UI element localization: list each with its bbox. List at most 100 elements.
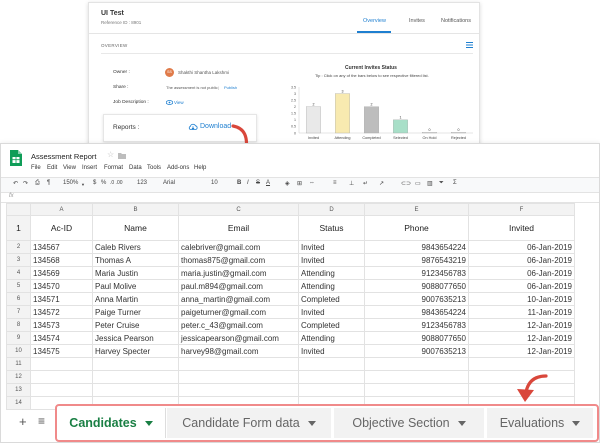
formula-bar[interactable]: fx — [1, 192, 599, 203]
row-number[interactable]: 2 — [6, 240, 31, 254]
tab-notifications[interactable]: Notifications — [441, 18, 471, 24]
bar[interactable] — [364, 106, 379, 134]
cell-email[interactable]: anna_martin@gmail.com — [178, 292, 299, 306]
borders-icon[interactable]: ⊞ — [297, 180, 302, 187]
bar[interactable] — [393, 119, 408, 134]
cell-phone[interactable]: 9123456783 — [364, 318, 469, 332]
cell-name[interactable]: Paige Turner — [92, 305, 179, 319]
cell-ac-id[interactable]: 134572 — [30, 305, 93, 319]
row-number[interactable]: 14 — [6, 396, 31, 410]
zoom-caret-icon[interactable]: ▼ — [81, 182, 85, 187]
chevron-down-icon[interactable] — [307, 421, 316, 427]
cell-invited[interactable]: 10-Jan-2019 — [468, 292, 575, 306]
cell-email[interactable]: paigeturner@gmail.com — [178, 305, 299, 319]
cell-email[interactable]: calebriver@gmail.com — [178, 240, 299, 254]
column-header[interactable]: D — [298, 203, 365, 216]
select-all-corner[interactable] — [6, 203, 31, 216]
cell-status[interactable]: Attending — [298, 266, 365, 280]
font-size-select[interactable]: 10 — [211, 180, 218, 186]
cell-phone[interactable]: 9088077650 — [364, 279, 469, 293]
download-button[interactable]: Download — [200, 123, 231, 130]
add-sheet-button[interactable]: + — [19, 414, 27, 429]
cell-phone[interactable]: 9088077650 — [364, 331, 469, 345]
cell-name[interactable]: Maria Justin — [92, 266, 179, 280]
cell-phone[interactable]: 9123456783 — [364, 266, 469, 280]
cell-email[interactable]: thomas875@gmail.com — [178, 253, 299, 267]
cell-name[interactable]: Caleb Rivers — [92, 240, 179, 254]
document-title[interactable]: Assessment Report — [31, 152, 96, 161]
align-icon[interactable]: ≡ — [333, 180, 337, 186]
valign-icon[interactable]: ⊥ — [349, 180, 354, 187]
cell-ac-id[interactable]: 134568 — [30, 253, 93, 267]
currency-button[interactable]: $ — [93, 180, 96, 186]
row-number[interactable]: 12 — [6, 370, 31, 384]
cell-ac-id[interactable]: 134574 — [30, 331, 93, 345]
link-icon[interactable]: ⊂⊃ — [401, 180, 411, 187]
row-number[interactable]: 5 — [6, 279, 31, 293]
menu-view[interactable]: View — [63, 165, 76, 171]
percent-button[interactable]: % — [101, 180, 106, 186]
bar[interactable] — [422, 132, 437, 134]
cell-invited[interactable]: 12-Jan-2019 — [468, 331, 575, 345]
menu-edit[interactable]: Edit — [47, 165, 57, 171]
chart-icon[interactable]: ▥ — [427, 180, 433, 187]
undo-icon[interactable]: ↶ — [13, 180, 18, 187]
cell-invited[interactable]: 12-Jan-2019 — [468, 318, 575, 332]
cell-status[interactable]: Invited — [298, 253, 365, 267]
cell-email[interactable]: harvey98@gmail.com — [178, 344, 299, 358]
menu-tools[interactable]: Tools — [147, 165, 161, 171]
bar[interactable] — [451, 132, 466, 134]
view-job-link[interactable]: View — [174, 100, 184, 105]
publish-link[interactable]: Publish — [224, 85, 237, 90]
paint-format-icon[interactable]: ¶ — [47, 180, 50, 186]
header-cell[interactable]: Email — [178, 215, 299, 241]
cell-email[interactable]: peter.c_43@gmail.com — [178, 318, 299, 332]
italic-button[interactable]: I — [247, 180, 249, 186]
rotate-icon[interactable]: ↗ — [379, 180, 384, 187]
menu-data[interactable]: Data — [129, 165, 142, 171]
sheet-tab-candidates[interactable]: Candidates — [57, 408, 165, 438]
column-header[interactable]: F — [468, 203, 575, 216]
bar[interactable] — [306, 106, 321, 134]
row-number[interactable]: 4 — [6, 266, 31, 280]
bar[interactable] — [335, 93, 350, 134]
menu-format[interactable]: Format — [104, 165, 123, 171]
cell-phone[interactable]: 9007635213 — [364, 344, 469, 358]
cell-invited[interactable]: 11-Jan-2019 — [468, 305, 575, 319]
cell-email[interactable]: maria.justin@gmail.com — [178, 266, 299, 280]
text-color-button[interactable]: A — [266, 180, 270, 186]
column-header[interactable]: C — [178, 203, 299, 216]
row-number[interactable]: 8 — [6, 318, 31, 332]
cell-phone[interactable]: 9007635213 — [364, 292, 469, 306]
column-header[interactable]: E — [364, 203, 469, 216]
column-header[interactable]: A — [30, 203, 93, 216]
decimal-buttons[interactable]: .0 .00 — [110, 180, 123, 186]
chevron-down-icon[interactable] — [144, 421, 153, 427]
sheet-tab-candidate-form-data[interactable]: Candidate Form data — [167, 408, 331, 438]
cell-email[interactable]: paul.m894@gmail.com — [178, 279, 299, 293]
strikethrough-button[interactable]: S — [256, 180, 260, 186]
cell-status[interactable]: Attending — [298, 279, 365, 293]
column-header[interactable]: B — [92, 203, 179, 216]
row-number[interactable]: 13 — [6, 383, 31, 397]
cell-invited[interactable]: 12-Jan-2019 — [468, 344, 575, 358]
row-number[interactable]: 7 — [6, 305, 31, 319]
menu-file[interactable]: File — [31, 165, 41, 171]
functions-icon[interactable]: Σ — [453, 180, 457, 186]
tab-invites[interactable]: Invites — [409, 18, 425, 24]
row-number[interactable]: 11 — [6, 357, 31, 371]
cell-name[interactable]: Paul Molive — [92, 279, 179, 293]
header-cell[interactable]: Status — [298, 215, 365, 241]
row-number[interactable]: 6 — [6, 292, 31, 306]
header-cell[interactable]: Phone — [364, 215, 469, 241]
cell-phone[interactable]: 9876543219 — [364, 253, 469, 267]
chevron-down-icon[interactable] — [457, 421, 466, 427]
row-number[interactable]: 10 — [6, 344, 31, 358]
cell-ac-id[interactable]: 134571 — [30, 292, 93, 306]
cell-name[interactable]: Peter Cruise — [92, 318, 179, 332]
row-number[interactable]: 9 — [6, 331, 31, 345]
cell-ac-id[interactable]: 134573 — [30, 318, 93, 332]
cell-status[interactable]: Invited — [298, 344, 365, 358]
cell-ac-id[interactable]: 134569 — [30, 266, 93, 280]
bold-button[interactable]: B — [237, 180, 241, 186]
